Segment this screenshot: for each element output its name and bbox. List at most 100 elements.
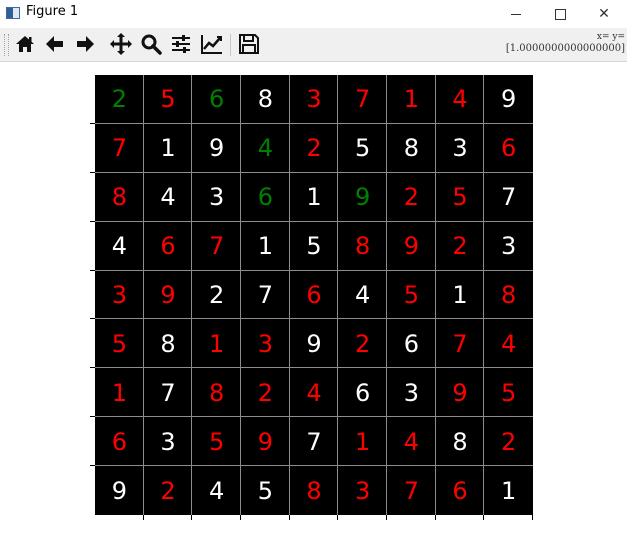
y-axis-tick	[90, 367, 95, 368]
arrow-left-icon	[46, 36, 63, 52]
y-axis-tick	[90, 172, 95, 173]
sudoku-cell: 7	[501, 183, 517, 212]
sudoku-cell: 1	[111, 378, 127, 407]
y-axis-tick	[90, 221, 95, 222]
sudoku-cell: 9	[452, 378, 468, 407]
sudoku-cell: 6	[160, 232, 176, 261]
sudoku-cell: 8	[257, 85, 273, 114]
minimize-icon	[511, 13, 521, 15]
move-icon	[110, 33, 132, 55]
sudoku-cell: 2	[501, 427, 517, 456]
sudoku-cell: 9	[306, 329, 322, 358]
sudoku-cell: 6	[403, 329, 419, 358]
sudoku-cell: 4	[209, 476, 225, 505]
sudoku-cell: 5	[403, 280, 419, 309]
sudoku-cell: 1	[355, 427, 371, 456]
sudoku-cell: 6	[452, 476, 468, 505]
toolbar-grip[interactable]	[4, 34, 9, 56]
pan-button[interactable]	[108, 31, 134, 57]
sudoku-cell: 6	[111, 427, 127, 456]
coordinates-label: x= y=	[596, 32, 625, 42]
sudoku-cell: 7	[355, 85, 371, 114]
sudoku-cell: 5	[501, 378, 517, 407]
sudoku-cell: 5	[257, 476, 273, 505]
sudoku-cell: 3	[160, 427, 176, 456]
sudoku-cell: 9	[501, 85, 517, 114]
sudoku-cell: 2	[306, 134, 322, 163]
navigation-toolbar: x= y= [1.0000000000000000]	[0, 28, 627, 62]
sudoku-cell: 6	[209, 85, 225, 114]
sudoku-cell: 1	[403, 85, 419, 114]
figure-canvas[interactable]: 2 5 6 8 3 7 1 4 9 7 1 9 4 2 5 8 3 6 8 4 3 6 1 9 2 5 7 4 6 7 1 5 8 9 2 3 3 9 2 7…	[0, 62, 627, 533]
sudoku-cell: 8	[355, 232, 371, 261]
sudoku-cell: 4	[111, 232, 127, 261]
x-axis-tick	[532, 515, 533, 520]
sudoku-cell: 1	[501, 476, 517, 505]
sudoku-cell: 3	[209, 183, 225, 212]
magnifier-icon	[141, 34, 162, 55]
sudoku-cell: 3	[403, 378, 419, 407]
cursor-coordinates: x= y= [1.0000000000000000]	[506, 31, 625, 55]
sudoku-cell: 3	[111, 280, 127, 309]
sudoku-cell: 4	[501, 329, 517, 358]
configure-subplots-button[interactable]	[168, 31, 194, 57]
sudoku-cell: 8	[403, 134, 419, 163]
x-axis-tick	[240, 515, 241, 520]
sudoku-cell: 5	[209, 427, 225, 456]
sudoku-cell: 7	[160, 378, 176, 407]
sudoku-cell: 6	[257, 183, 273, 212]
maximize-button[interactable]	[538, 0, 582, 28]
minimize-button[interactable]	[494, 0, 538, 28]
home-button[interactable]	[12, 31, 38, 57]
x-axis-tick	[386, 515, 387, 520]
zoom-button[interactable]	[138, 31, 164, 57]
sudoku-cell: 2	[355, 329, 371, 358]
sudoku-cell: 2	[209, 280, 225, 309]
sudoku-cell: 4	[160, 183, 176, 212]
y-axis-tick	[90, 318, 95, 319]
sudoku-cell: 2	[257, 378, 273, 407]
title-bar: Figure 1 ✕	[0, 0, 627, 28]
sudoku-cell: 7	[306, 427, 322, 456]
close-button[interactable]: ✕	[582, 0, 626, 28]
sudoku-cell: 5	[306, 232, 322, 261]
floppy-disk-icon	[239, 34, 259, 54]
sudoku-cell: 8	[452, 427, 468, 456]
back-button[interactable]	[42, 31, 68, 57]
sudoku-cell: 7	[257, 280, 273, 309]
line-chart-icon	[201, 35, 222, 54]
sudoku-cell: 3	[355, 476, 371, 505]
save-button[interactable]	[236, 31, 262, 57]
sudoku-cell: 9	[355, 183, 371, 212]
sudoku-cell: 2	[403, 183, 419, 212]
edit-axes-button[interactable]	[199, 31, 225, 57]
sudoku-cell: 9	[111, 476, 127, 505]
sudoku-cell: 4	[452, 85, 468, 114]
sudoku-cell: 8	[111, 183, 127, 212]
y-axis-tick	[90, 270, 95, 271]
sudoku-cell: 9	[160, 280, 176, 309]
sudoku-cell: 4	[403, 427, 419, 456]
sudoku-cell: 8	[160, 329, 176, 358]
toolbar-separator	[230, 34, 231, 56]
sudoku-cell: 7	[403, 476, 419, 505]
sudoku-cell: 5	[355, 134, 371, 163]
sudoku-cell: 1	[209, 329, 225, 358]
sudoku-cell: 6	[306, 280, 322, 309]
sudoku-cell: 4	[306, 378, 322, 407]
sudoku-cell: 5	[111, 329, 127, 358]
sudoku-cell: 1	[257, 232, 273, 261]
x-axis-tick	[289, 515, 290, 520]
sudoku-cell: 3	[452, 134, 468, 163]
y-axis-tick	[90, 465, 95, 466]
sudoku-cell: 4	[257, 134, 273, 163]
sudoku-cell: 5	[160, 85, 176, 114]
x-axis-tick	[191, 515, 192, 520]
y-axis-tick	[90, 416, 95, 417]
sudoku-cell: 1	[160, 134, 176, 163]
maximize-icon	[554, 8, 566, 20]
sudoku-board: 2 5 6 8 3 7 1 4 9 7 1 9 4 2 5 8 3 6 8 4 3 6 1 9 2 5 7 4 6 7 1 5 8 9 2 3 3 9 2 7…	[95, 75, 533, 515]
sliders-icon	[172, 35, 190, 53]
forward-button[interactable]	[72, 31, 98, 57]
sudoku-cell: 3	[306, 85, 322, 114]
